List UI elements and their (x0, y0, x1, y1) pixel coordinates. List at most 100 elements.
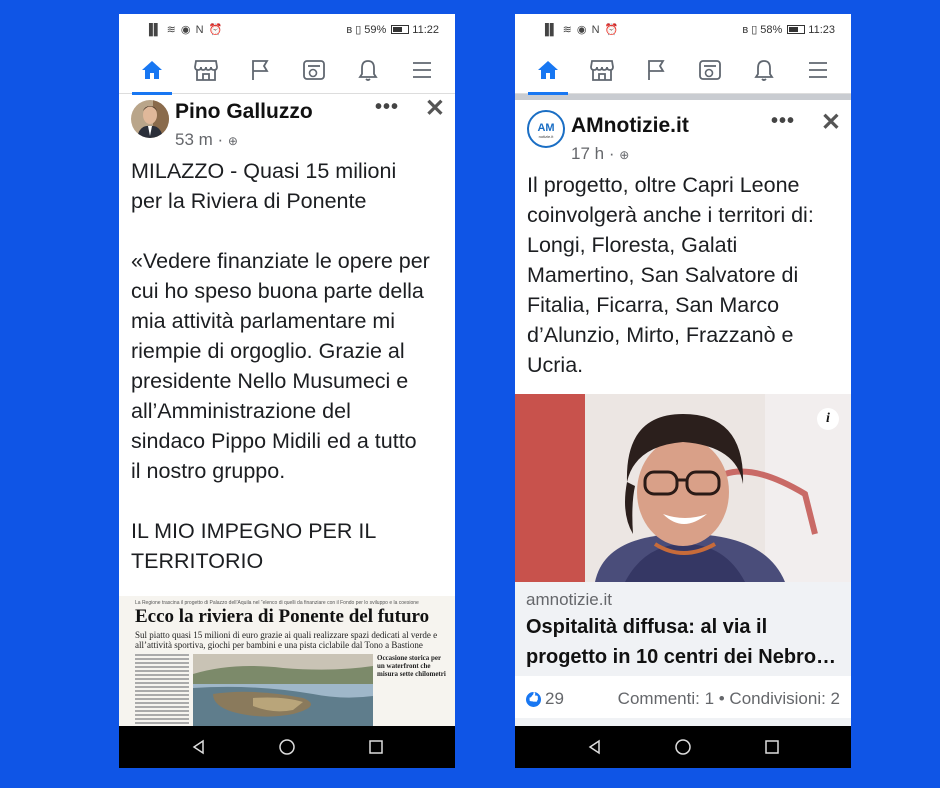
recents-icon[interactable] (764, 739, 780, 755)
watch-tab[interactable] (294, 50, 334, 90)
page-logo[interactable]: AM notizie.it (527, 110, 565, 148)
home-icon (538, 60, 558, 79)
home-circle-icon[interactable] (278, 738, 296, 756)
close-icon[interactable]: ✕ (425, 94, 445, 123)
status-icons-left: ▐▌ ≋ ◉ N ⏰ (541, 24, 620, 36)
notifications-bell-icon (754, 59, 774, 81)
marketplace-icon (194, 59, 218, 81)
more-options-icon[interactable]: ••• (375, 96, 399, 119)
profile-photo-icon (131, 100, 169, 138)
post-author[interactable]: AMnotizie.it (571, 114, 689, 138)
post-body: MILAZZO - Quasi 15 milioni per la Rivier… (119, 156, 455, 576)
status-icons-left: ▐▌ ≋ ◉ N ⏰ (145, 24, 224, 36)
marketplace-tab[interactable] (582, 50, 622, 90)
battery-percent: 59% (364, 23, 387, 36)
notifications-tab[interactable] (744, 50, 784, 90)
menu-icon (413, 61, 431, 78)
recents-icon[interactable] (368, 739, 384, 755)
logo-text: AM (537, 122, 554, 134)
post-meta: 17 h · ⊕ (571, 144, 629, 164)
post-line: cui ho speso buona parte della (131, 279, 424, 303)
newspaper-column-text (135, 654, 189, 726)
watch-icon (303, 59, 325, 80)
comments-shares-count[interactable]: Commenti: 1 • Condivisioni: 2 (618, 689, 840, 709)
post-time[interactable]: 53 m (175, 130, 213, 149)
watch-tab[interactable] (690, 50, 730, 90)
menu-tab[interactable] (798, 50, 838, 90)
newspaper-clipping-image[interactable]: La Regione trascina il progetto di Palaz… (119, 596, 455, 726)
post-line: Ucria. (527, 353, 584, 377)
facebook-tab-bar (515, 46, 851, 95)
post-line: sindaco Pippo Midili ed a tutto (131, 429, 417, 453)
post-header: Pino Galluzzo 53 m · ⊕ ••• ✕ (119, 94, 455, 156)
link-title: Ospitalità diffusa: al via il progetto i… (526, 612, 840, 672)
post-line: d’Alunzio, Mirto, Frazzanò e (527, 323, 794, 347)
bluetooth-icon: ʙ (742, 23, 749, 36)
post-time[interactable]: 17 h (571, 144, 604, 163)
newspaper-sidebar: Occasione storica per un waterfront che … (377, 654, 447, 726)
link-title-line: Ospitalità diffusa: al via il (526, 616, 768, 638)
post-line: Mamertino, San Salvatore di (527, 263, 799, 287)
post-line: Longi, Floresta, Galati (527, 233, 738, 257)
globe-icon: ⊕ (227, 134, 238, 148)
post-bottom-divider (515, 718, 851, 726)
post-line: il nostro gruppo. (131, 459, 286, 483)
facebook-tab-bar (119, 46, 455, 95)
status-icons-right: ʙ ▯ 59% 11:22 (346, 23, 439, 37)
watch-icon (699, 59, 721, 80)
status-bar: ▐▌ ≋ ◉ N ⏰ ʙ ▯ 59% 11:22 (119, 14, 455, 46)
notifications-tab[interactable] (348, 50, 388, 90)
link-title-line: progetto in 10 centri dei Nebro… (526, 646, 837, 668)
woman-portrait-photo (515, 394, 851, 582)
status-time: 11:23 (808, 23, 835, 36)
home-tab[interactable] (132, 50, 172, 95)
separator-dot: · (608, 144, 620, 163)
post-author[interactable]: Pino Galluzzo (175, 100, 313, 124)
pages-flag-icon (252, 59, 269, 80)
amnotizie-logo-icon: AM notizie.it (531, 114, 561, 144)
post-line: MILAZZO - Quasi 15 milioni (131, 159, 397, 183)
post-line: Il progetto, oltre Capri Leone (527, 173, 800, 197)
status-icons-right: ʙ ▯ 58% 11:23 (742, 23, 835, 37)
more-options-icon[interactable]: ••• (771, 110, 795, 133)
phone-screenshot-left: ▐▌ ≋ ◉ N ⏰ ʙ ▯ 59% 11:22 Pino Galluzzo 5… (119, 14, 455, 768)
info-icon[interactable]: i (817, 408, 839, 430)
system-nav-bar (515, 726, 851, 768)
back-icon[interactable] (587, 739, 603, 755)
status-time: 11:22 (412, 23, 439, 36)
post-meta: 53 m · ⊕ (175, 130, 238, 150)
post-line: riempie di orgoglio. Grazie al (131, 339, 405, 363)
battery-icon (391, 25, 410, 34)
home-icon (142, 60, 162, 79)
like-count[interactable]: 29 (526, 689, 564, 709)
reactions-bar: 29 Commenti: 1 • Condivisioni: 2 (515, 684, 851, 714)
avatar[interactable] (131, 100, 169, 138)
back-icon[interactable] (191, 739, 207, 755)
logo-subtext: notizie.it (539, 134, 555, 139)
link-preview-card[interactable]: amnotizie.it Ospitalità diffusa: al via … (515, 582, 851, 676)
post-line: IL MIO IMPEGNO PER IL (131, 519, 377, 543)
battery-percent: 58% (760, 23, 783, 36)
newspaper-subheadline: Sul piatto quasi 15 milioni di euro graz… (135, 630, 438, 650)
marketplace-tab[interactable] (186, 50, 226, 90)
post-line: Fitalia, Ficarra, San Marco (527, 293, 780, 317)
post-line: coinvolgerà anche i territori di: (527, 203, 814, 227)
status-bar: ▐▌ ≋ ◉ N ⏰ ʙ ▯ 58% 11:23 (515, 14, 851, 46)
separator-dot: · (217, 130, 228, 149)
post-body: Il progetto, oltre Capri Leone coinvolge… (515, 170, 851, 380)
system-nav-bar (119, 726, 455, 768)
like-icon (526, 692, 541, 708)
link-preview-image[interactable]: i (515, 394, 851, 582)
pages-tab[interactable] (240, 50, 280, 90)
coastline-photo (193, 654, 373, 726)
home-circle-icon[interactable] (674, 738, 692, 756)
menu-tab[interactable] (402, 50, 442, 90)
post-line: per la Riviera di Ponente (131, 189, 367, 213)
post-line: mia attività parlamentare mi (131, 309, 396, 333)
pages-tab[interactable] (636, 50, 676, 90)
close-icon[interactable]: ✕ (821, 108, 841, 137)
vibrate-icon: ▯ (355, 24, 362, 36)
home-tab[interactable] (528, 50, 568, 95)
notifications-bell-icon (358, 59, 378, 81)
like-count-value: 29 (545, 689, 564, 708)
